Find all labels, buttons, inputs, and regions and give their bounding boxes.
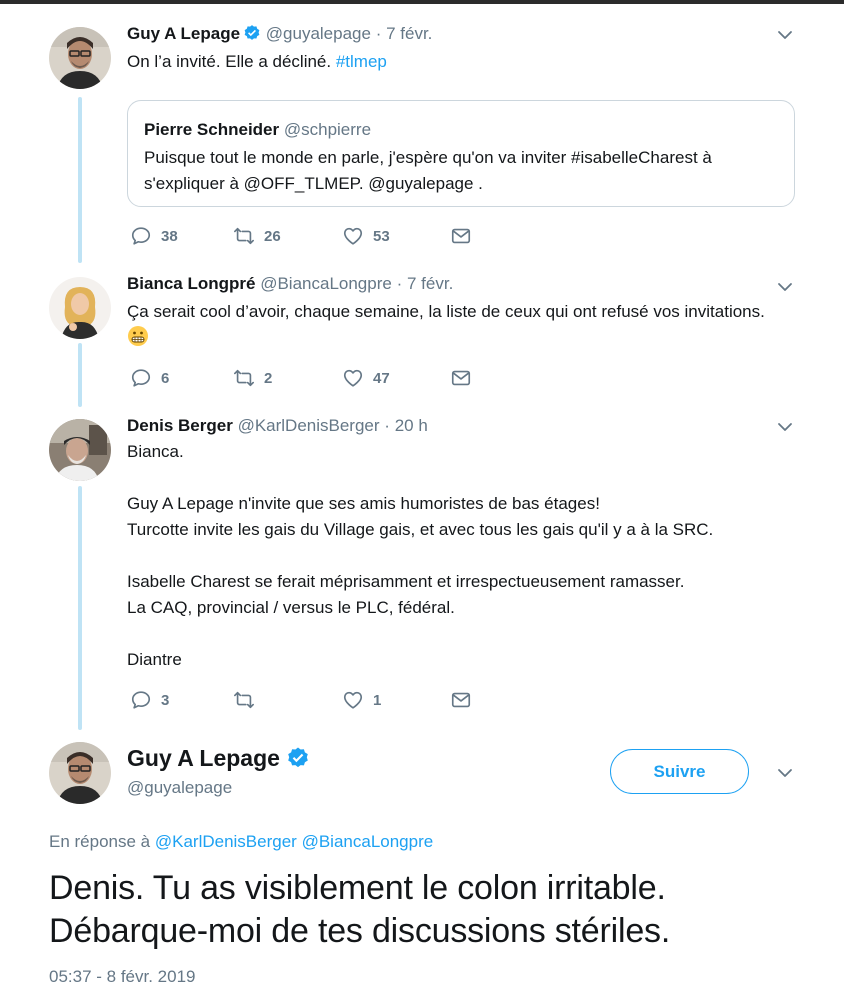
author-handle[interactable]: @guyalepage xyxy=(266,24,371,43)
envelope-icon xyxy=(451,692,471,708)
avatar[interactable] xyxy=(49,419,111,481)
reply-count: 6 xyxy=(161,369,170,387)
heart-icon xyxy=(343,691,363,709)
main-tweet-text: Denis. Tu as visiblement le colon irrita… xyxy=(49,867,809,953)
like-count: 1 xyxy=(373,691,382,709)
reply-prefix: En réponse à xyxy=(49,832,155,851)
reply-context: En réponse à @KarlDenisBerger @BiancaLon… xyxy=(49,831,433,853)
like-button[interactable]: 47 xyxy=(342,367,390,389)
like-button[interactable]: 53 xyxy=(342,225,390,247)
quoted-tweet-text: Puisque tout le monde en parle, j'espère… xyxy=(144,148,712,193)
envelope-icon xyxy=(451,228,471,244)
retweet-button[interactable]: 26 xyxy=(233,225,281,247)
like-count: 53 xyxy=(373,227,390,245)
follow-button[interactable]: Suivre xyxy=(610,749,749,794)
author-handle[interactable]: @KarlDenisBerger xyxy=(238,416,380,435)
separator-dot: · xyxy=(384,416,390,435)
like-count: 47 xyxy=(373,369,390,387)
text-line: Bianca. xyxy=(127,442,184,461)
avatar[interactable] xyxy=(49,277,111,339)
thread-line xyxy=(78,343,82,407)
main-author-handle[interactable]: @guyalepage xyxy=(127,777,232,799)
text-line: Turcotte invite les gais du Village gais… xyxy=(127,520,714,539)
reply-icon xyxy=(131,227,151,245)
like-button[interactable]: 1 xyxy=(342,689,381,711)
tweet-text: On l’a invité. Elle a décliné. #tlmep xyxy=(127,52,387,71)
heart-icon xyxy=(343,369,363,387)
tweet-time[interactable]: 7 févr. xyxy=(407,274,453,293)
main-text-line: Débarque-moi de tes discussions stériles… xyxy=(49,912,671,950)
tweet-time[interactable]: 20 h xyxy=(395,416,428,435)
heart-icon xyxy=(343,227,363,245)
main-author-name[interactable]: Guy A Lepage xyxy=(127,745,280,771)
separator-dot: · xyxy=(396,274,403,293)
chevron-down-icon[interactable] xyxy=(776,418,794,436)
reply-count: 3 xyxy=(161,691,170,709)
quoted-tweet[interactable]: Pierre Schneider @schpierre Puisque tout… xyxy=(127,100,795,207)
text-line xyxy=(127,621,787,647)
reply-icon xyxy=(131,369,151,387)
mention-link[interactable]: @BiancaLongpre xyxy=(302,832,434,851)
author-name[interactable]: Bianca Longpré xyxy=(127,274,255,293)
text-line xyxy=(127,543,787,569)
reply-button[interactable]: 38 xyxy=(130,225,178,247)
chevron-down-icon[interactable] xyxy=(776,278,794,296)
author-name[interactable]: Guy A Lepage xyxy=(127,24,240,43)
quoted-author-handle: @schpierre xyxy=(283,120,372,139)
tweet-text: Ça serait cool d’avoir, chaque semaine, … xyxy=(127,299,787,351)
retweet-button[interactable]: 2 xyxy=(233,367,272,389)
message-button[interactable] xyxy=(450,367,472,389)
reply-count: 38 xyxy=(161,227,178,245)
tweet-actions: 6 2 47 xyxy=(130,367,490,389)
tweet-actions: 38 26 53 xyxy=(130,225,490,247)
text-line: La CAQ, provincial / versus le PLC, fédé… xyxy=(127,598,455,617)
top-bar xyxy=(0,0,844,4)
message-button[interactable] xyxy=(450,225,472,247)
text-line: Guy A Lepage n'invite que ses amis humor… xyxy=(127,494,600,513)
message-button[interactable] xyxy=(450,689,472,711)
text-line: Diantre xyxy=(127,650,182,669)
tweet-actions: 3 1 xyxy=(130,689,490,711)
reply-button[interactable]: 6 xyxy=(130,367,169,389)
chevron-down-icon[interactable] xyxy=(776,764,794,782)
avatar[interactable] xyxy=(49,27,111,89)
text-line xyxy=(127,465,787,491)
retweet-icon xyxy=(234,227,254,245)
reply-button[interactable]: 3 xyxy=(130,689,169,711)
verified-badge-icon xyxy=(288,747,308,768)
verified-badge-icon xyxy=(244,25,260,40)
grimacing-face-icon xyxy=(128,326,148,346)
author-handle[interactable]: @BiancaLongpre xyxy=(260,274,392,293)
thread-line xyxy=(78,486,82,730)
quoted-author-name: Pierre Schneider xyxy=(144,120,280,139)
retweet-button[interactable] xyxy=(233,689,264,711)
retweet-count: 2 xyxy=(264,369,273,387)
retweet-count: 26 xyxy=(264,227,281,245)
chevron-down-icon[interactable] xyxy=(776,26,794,44)
retweet-icon xyxy=(234,691,254,709)
separator-dot: · xyxy=(375,24,382,43)
retweet-icon xyxy=(234,369,254,387)
tweet-text: Bianca. Guy A Lepage n'invite que ses am… xyxy=(127,439,787,673)
hashtag-link[interactable]: #tlmep xyxy=(336,52,387,71)
main-avatar[interactable] xyxy=(49,742,111,804)
tweet-time[interactable]: 7 févr. xyxy=(386,24,432,43)
text-line: Isabelle Charest se ferait méprisamment … xyxy=(127,572,685,591)
thread-line xyxy=(78,97,82,263)
main-text-line: Denis. Tu as visiblement le colon irrita… xyxy=(49,869,666,907)
reply-icon xyxy=(131,691,151,709)
tweet-timestamp[interactable]: 05:37 - 8 févr. 2019 xyxy=(49,966,196,988)
mention-link[interactable]: @KarlDenisBerger xyxy=(155,832,297,851)
main-author[interactable]: Guy A Lepage xyxy=(127,743,310,773)
author-name[interactable]: Denis Berger xyxy=(127,416,233,435)
envelope-icon xyxy=(451,370,471,386)
